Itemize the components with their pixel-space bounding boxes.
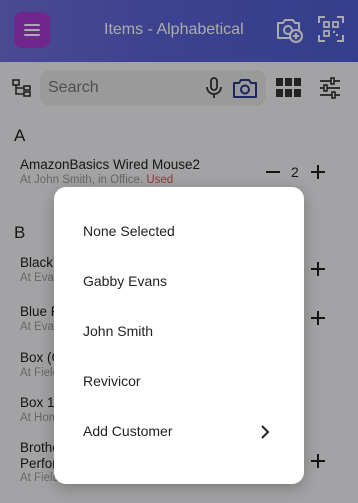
option-label: Gabby Evans <box>83 273 168 289</box>
popup-option-john-smith[interactable]: John Smith <box>54 307 304 357</box>
option-label: John Smith <box>83 323 154 339</box>
popup-option-add-customer[interactable]: Add Customer <box>54 407 304 457</box>
customer-selector-popup: None Selected Gabby Evans John Smith Rev… <box>54 187 304 484</box>
chevron-right-icon <box>261 425 270 439</box>
option-label: Add Customer <box>83 423 173 439</box>
option-label: None Selected <box>83 223 175 239</box>
popup-option-none-selected[interactable]: None Selected <box>54 207 304 257</box>
popup-option-gabby-evans[interactable]: Gabby Evans <box>54 257 304 307</box>
popup-option-revivicor[interactable]: Revivicor <box>54 357 304 407</box>
option-label: Revivicor <box>83 373 141 389</box>
